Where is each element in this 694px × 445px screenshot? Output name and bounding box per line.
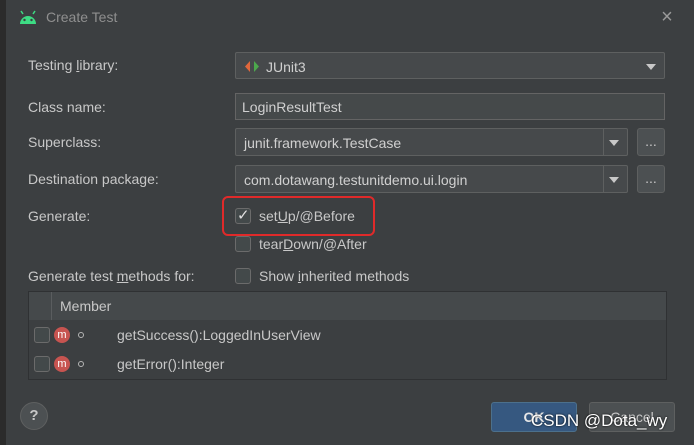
method-icon: m [54, 356, 70, 372]
row-checkbox[interactable] [34, 356, 50, 372]
superclass-value: junit.framework.TestCase [244, 135, 402, 151]
superclass-label: Superclass: [28, 134, 102, 150]
close-icon[interactable]: × [657, 7, 677, 27]
teardown-checkbox[interactable] [235, 236, 251, 252]
table-row[interactable]: m getError():Integer [29, 350, 666, 379]
method-name: getSuccess():LoggedInUserView [117, 327, 321, 343]
chevron-down-icon [646, 64, 656, 70]
destination-package-label: Destination package: [28, 171, 159, 187]
dialog-title: Create Test [46, 9, 118, 25]
table-header: Member [29, 292, 666, 320]
header-divider [51, 292, 52, 320]
member-column-header[interactable]: Member [60, 298, 111, 314]
superclass-combo[interactable]: junit.framework.TestCase [235, 128, 628, 156]
class-name-label: Class name: [28, 99, 106, 115]
junit-icon [245, 61, 259, 72]
title-bar: Create Test × [6, 0, 694, 36]
generate-methods-label: Generate test methods for: [28, 268, 195, 284]
generate-label: Generate: [28, 208, 91, 224]
destination-package-value: com.dotawang.testunitdemo.ui.login [244, 172, 468, 188]
chevron-down-icon[interactable] [609, 177, 619, 183]
visibility-icon [78, 361, 84, 367]
destination-package-browse-button[interactable]: ... [637, 165, 665, 193]
row-checkbox[interactable] [34, 327, 50, 343]
combo-divider [603, 129, 604, 155]
visibility-icon [78, 332, 84, 338]
android-icon [20, 10, 36, 24]
class-name-value: LoginResultTest [242, 99, 342, 115]
highlight-annotation [222, 196, 375, 236]
watermark: CSDN @Dota_wy [531, 411, 668, 430]
show-inherited-checkbox[interactable] [235, 268, 251, 284]
superclass-browse-button[interactable]: ... [637, 128, 665, 156]
testing-library-label: Testing library: [28, 57, 119, 73]
member-table: Member m getSuccess():LoggedInUserView m… [28, 291, 667, 380]
class-name-field[interactable]: LoginResultTest [235, 93, 665, 120]
method-name: getError():Integer [117, 356, 225, 372]
testing-library-select[interactable]: JUnit3 [235, 52, 665, 79]
background-strip [0, 0, 6, 445]
combo-divider [603, 166, 604, 192]
show-inherited-label[interactable]: Show inherited methods [259, 268, 409, 284]
chevron-down-icon[interactable] [609, 140, 619, 146]
table-row[interactable]: m getSuccess():LoggedInUserView [29, 321, 666, 350]
create-test-dialog: Create Test × Testing library: JUnit3 Cl… [0, 0, 694, 445]
testing-library-value: JUnit3 [266, 59, 306, 75]
method-icon: m [54, 327, 70, 343]
help-button[interactable]: ? [20, 402, 48, 430]
teardown-label[interactable]: tearDown/@After [259, 236, 367, 252]
destination-package-combo[interactable]: com.dotawang.testunitdemo.ui.login [235, 165, 628, 193]
